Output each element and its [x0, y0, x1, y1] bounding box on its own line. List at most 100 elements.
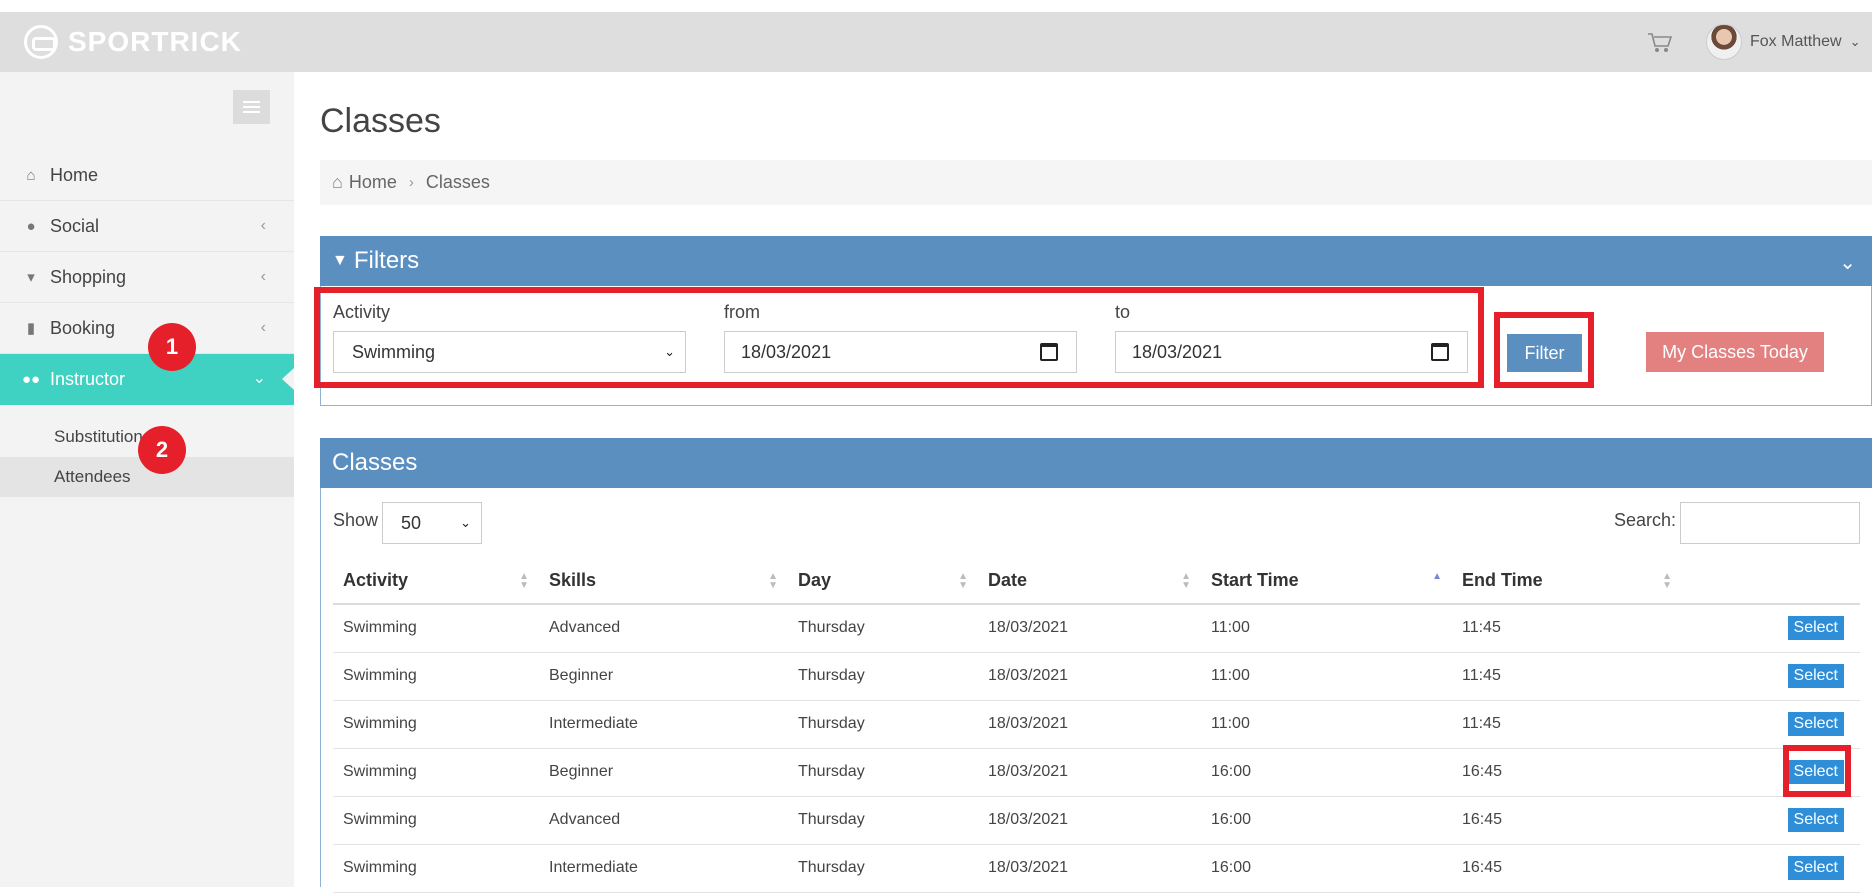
users-icon: ●● — [21, 371, 41, 388]
cell-start-time: 16:00 — [1201, 748, 1452, 797]
cell-date: 18/03/2021 — [978, 796, 1201, 845]
chevron-down-icon: ⌄ — [460, 515, 471, 530]
cart-icon[interactable] — [1647, 32, 1673, 54]
app-logo[interactable]: SPORTRICK — [24, 24, 242, 60]
sidebar-item-label: Instructor — [50, 369, 126, 389]
breadcrumb-current: Classes — [425, 172, 490, 192]
cell-end-time: 16:45 — [1452, 748, 1682, 797]
sidebar-subitem-label: Substitutions — [54, 427, 152, 446]
comments-icon: ● — [26, 217, 36, 235]
column-header-skills[interactable]: Skills ▲ ▼ — [539, 558, 788, 605]
cell-end-time: 16:45 — [1452, 796, 1682, 845]
book-icon: ▮ — [26, 320, 36, 337]
cell-activity: Swimming — [333, 604, 539, 653]
column-header-date[interactable]: Date ▲ ▼ — [978, 558, 1201, 605]
table-row: Swimming Advanced Thursday 18/03/2021 16… — [333, 796, 1860, 845]
chevron-right-icon: › — [408, 174, 414, 191]
sidebar-item-label: Social — [50, 215, 100, 236]
cell-skills: Advanced — [539, 604, 788, 653]
select-button[interactable]: Select — [1787, 616, 1844, 641]
highlight-box-filters — [314, 287, 1484, 388]
chevron-left-icon: ‹ — [260, 217, 266, 234]
sidebar-item-label: Booking — [50, 317, 116, 338]
column-header-day[interactable]: Day ▲ ▼ — [788, 558, 978, 605]
sidebar-item-social[interactable]: ● Social ‹ — [0, 201, 294, 252]
cell-start-time: 16:00 — [1201, 844, 1452, 893]
column-header-end-time[interactable]: End Time ▲ ▼ — [1452, 558, 1682, 605]
table-header-row: Activity ▲ ▼ Skills ▲ ▼ Day ▲ ▼ Date ▲ ▼ Start T… — [333, 558, 1860, 605]
cell-action: Select — [1682, 844, 1860, 893]
select-button[interactable]: Select — [1787, 664, 1844, 688]
cell-action: Select — [1682, 796, 1860, 845]
table-row: Swimming Intermediate Thursday 18/03/202… — [333, 844, 1860, 893]
filters-panel-header[interactable]: ▼ Filters ⌄ — [320, 236, 1872, 286]
classes-table: Activity ▲ ▼ Skills ▲ ▼ Day ▲ ▼ Date ▲ ▼ Start T… — [333, 558, 1860, 893]
search-input[interactable] — [1680, 502, 1860, 544]
chevron-left-icon: ‹ — [260, 319, 266, 336]
page-size-value: 50 — [401, 512, 422, 533]
cell-activity: Swimming — [333, 700, 539, 749]
cell-date: 18/03/2021 — [978, 652, 1201, 701]
chevron-left-icon: ‹ — [260, 268, 266, 285]
cell-day: Thursday — [788, 796, 978, 845]
highlight-box-select-button — [1783, 745, 1851, 797]
top-bar: SPORTRICK Fox Matthew ⌄ — [0, 12, 1872, 72]
sort-icon: ▲ ▼ — [519, 571, 529, 591]
cell-skills: Intermediate — [539, 700, 788, 749]
table-row: Swimming Beginner Thursday 18/03/2021 11… — [333, 652, 1860, 701]
sidebar-item-label: Shopping — [50, 266, 127, 287]
cell-day: Thursday — [788, 844, 978, 893]
column-header-start-time[interactable]: Start Time ▲ — [1201, 558, 1452, 605]
step-badge-2: 2 — [138, 426, 186, 474]
column-header-actions — [1682, 558, 1860, 605]
table-row: Swimming Beginner Thursday 18/03/2021 16… — [333, 748, 1860, 797]
cell-date: 18/03/2021 — [978, 604, 1201, 653]
cell-date: 18/03/2021 — [978, 700, 1201, 749]
cell-activity: Swimming — [333, 748, 539, 797]
select-button[interactable]: Select — [1787, 712, 1844, 736]
sort-asc-icon: ▲ — [1432, 571, 1442, 582]
cell-end-time: 11:45 — [1452, 700, 1682, 749]
cell-date: 18/03/2021 — [978, 748, 1201, 797]
filter-icon: ▼ — [332, 252, 348, 269]
page-title: Classes — [320, 102, 441, 140]
home-icon: ⌂ — [332, 172, 343, 192]
cell-activity: Swimming — [333, 652, 539, 701]
select-button[interactable]: Select — [1787, 808, 1844, 832]
sidebar-item-shopping[interactable]: ▾ Shopping ‹ — [0, 252, 294, 303]
avatar — [1706, 24, 1742, 60]
classes-title: Classes — [332, 449, 418, 476]
cell-action: Select — [1682, 604, 1860, 653]
breadcrumb-home-link[interactable]: Home — [349, 172, 397, 193]
my-classes-today-button[interactable]: My Classes Today — [1646, 332, 1824, 372]
cell-start-time: 11:00 — [1201, 604, 1452, 653]
home-icon: ⌂ — [26, 166, 36, 184]
cell-skills: Beginner — [539, 748, 788, 797]
classes-panel-header: Classes — [320, 438, 1872, 488]
cell-day: Thursday — [788, 652, 978, 701]
column-header-activity[interactable]: Activity ▲ ▼ — [333, 558, 539, 605]
sidebar-item-booking[interactable]: ▮ Booking ‹ — [0, 303, 294, 354]
chevron-down-icon: ⌄ — [252, 370, 266, 387]
cell-date: 18/03/2021 — [978, 844, 1201, 893]
cell-end-time: 16:45 — [1452, 844, 1682, 893]
cell-skills: Intermediate — [539, 844, 788, 893]
sort-icon: ▲ ▼ — [768, 571, 778, 591]
user-menu[interactable]: Fox Matthew ⌄ — [1706, 22, 1861, 62]
cell-action: Select — [1682, 652, 1860, 701]
sidebar-item-home[interactable]: ⌂ Home — [0, 150, 294, 201]
user-name: Fox Matthew — [1750, 33, 1842, 50]
cell-start-time: 16:00 — [1201, 796, 1452, 845]
chevron-down-icon[interactable]: ⌄ — [1839, 250, 1856, 275]
shopping-cart-icon: ▾ — [27, 269, 35, 286]
logo-text: SPORTRICK — [68, 26, 242, 57]
search-label: Search: — [1614, 510, 1677, 530]
cell-skills: Beginner — [539, 652, 788, 701]
select-button[interactable]: Select — [1787, 856, 1844, 880]
sidebar-toggle-button[interactable] — [233, 90, 270, 124]
cell-day: Thursday — [788, 700, 978, 749]
table-row: Swimming Advanced Thursday 18/03/2021 11… — [333, 604, 1860, 653]
filters-title: Filters — [353, 247, 420, 274]
sidebar-item-instructor[interactable]: ●● Instructor ⌄ — [0, 354, 294, 405]
page-size-select[interactable]: 50 ⌄ — [382, 502, 482, 544]
